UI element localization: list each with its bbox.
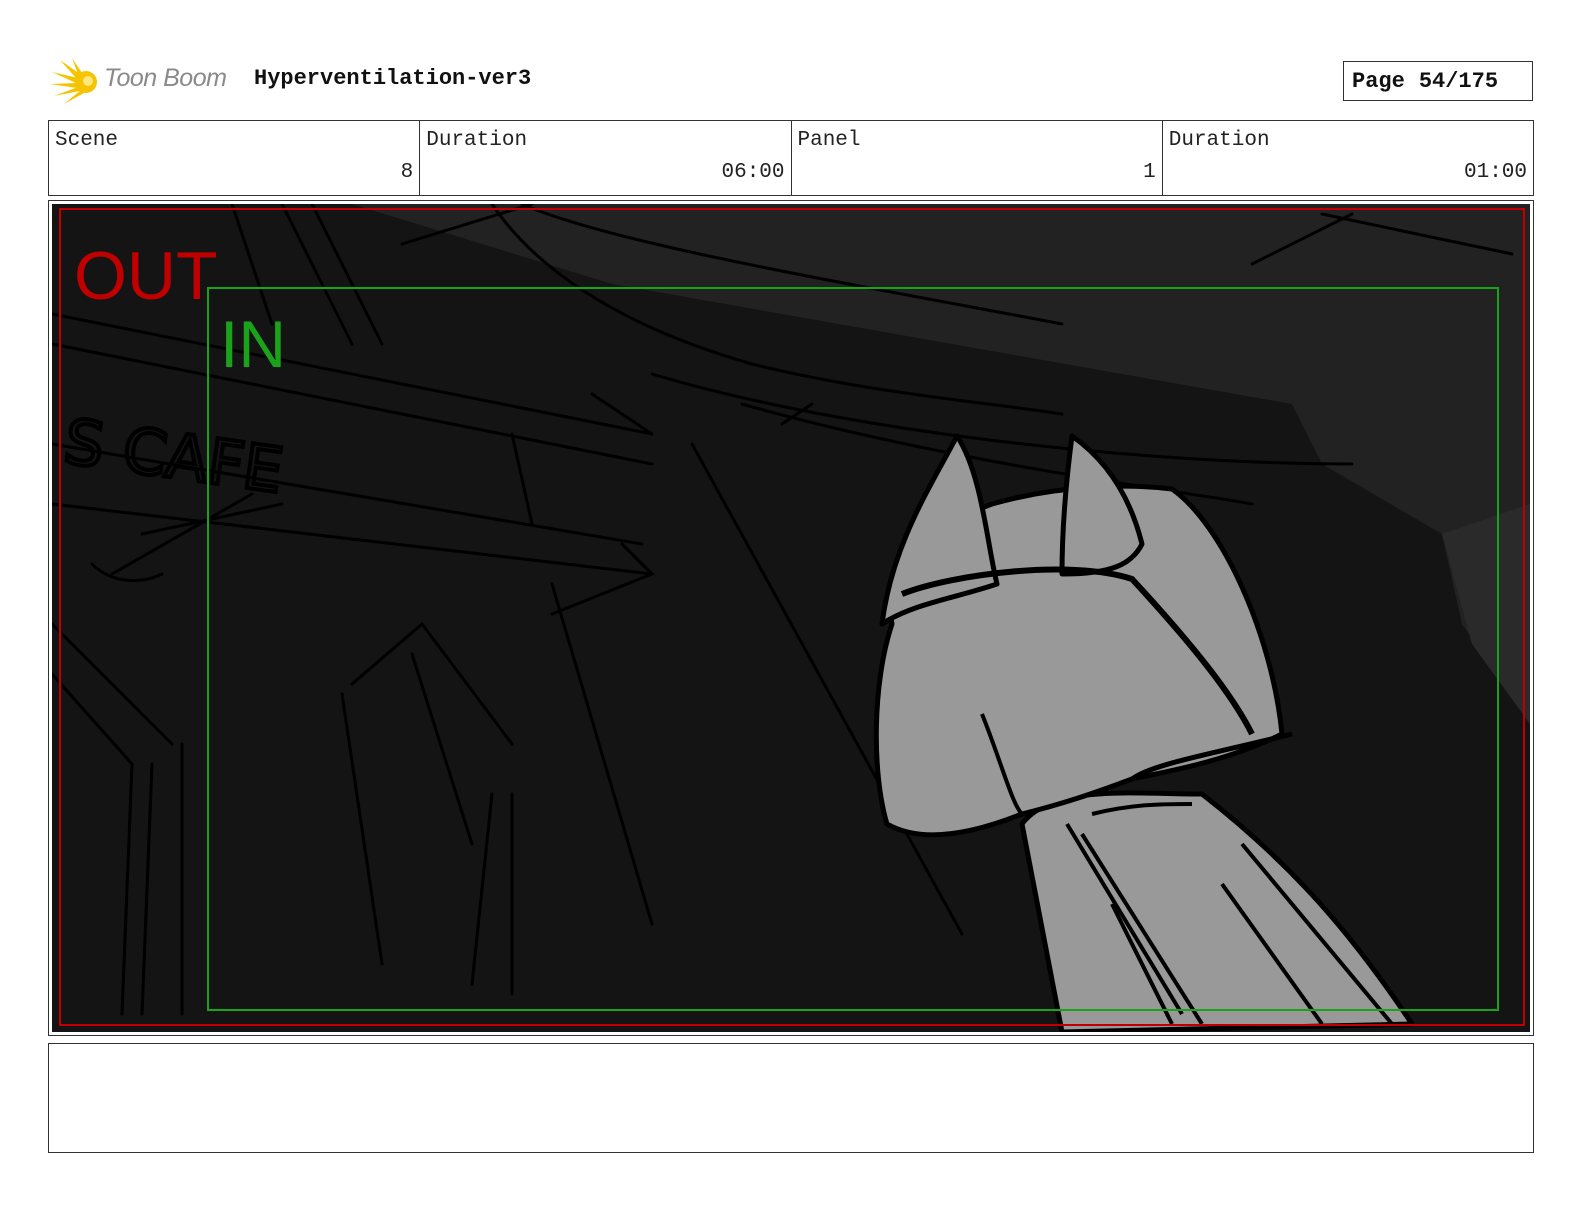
scene-label: Scene [55, 129, 119, 152]
panel-label: Panel [797, 129, 861, 152]
logo-text: Toon Boom [104, 64, 227, 92]
scene-value: 8 [400, 161, 414, 184]
panel-value: 1 [1143, 161, 1156, 184]
in-label: IN [220, 307, 286, 381]
scene-duration-label: Duration [426, 129, 528, 152]
panel-drawing: S CAFE OUT IN [52, 204, 1530, 1032]
panel-duration-value: 01:00 [1463, 161, 1527, 184]
scene-duration-value: 06:00 [721, 161, 785, 184]
sun-burst-icon [50, 58, 97, 104]
storyboard-panel: S CAFE OUT IN [48, 200, 1534, 1036]
page-indicator: Page 54/175 [1343, 61, 1533, 101]
scene-info-table: Scene 8 Duration 06:00 Panel 1 Duration … [48, 120, 1534, 196]
page-number: 54/175 [1418, 68, 1499, 94]
panel-duration-cell: Duration 01:00 [1163, 121, 1533, 195]
page-label: Page [1352, 68, 1405, 94]
scene-cell: Scene 8 [49, 121, 421, 195]
project-title: Hyperventilation-ver3 [254, 66, 532, 91]
toon-boom-logo: Toon Boom [50, 56, 240, 106]
scene-duration-cell: Duration 06:00 [420, 121, 792, 195]
panel-duration-label: Duration [1168, 129, 1270, 152]
out-label: OUT [74, 238, 218, 314]
notes-box[interactable] [48, 1043, 1534, 1153]
panel-cell: Panel 1 [792, 121, 1163, 195]
